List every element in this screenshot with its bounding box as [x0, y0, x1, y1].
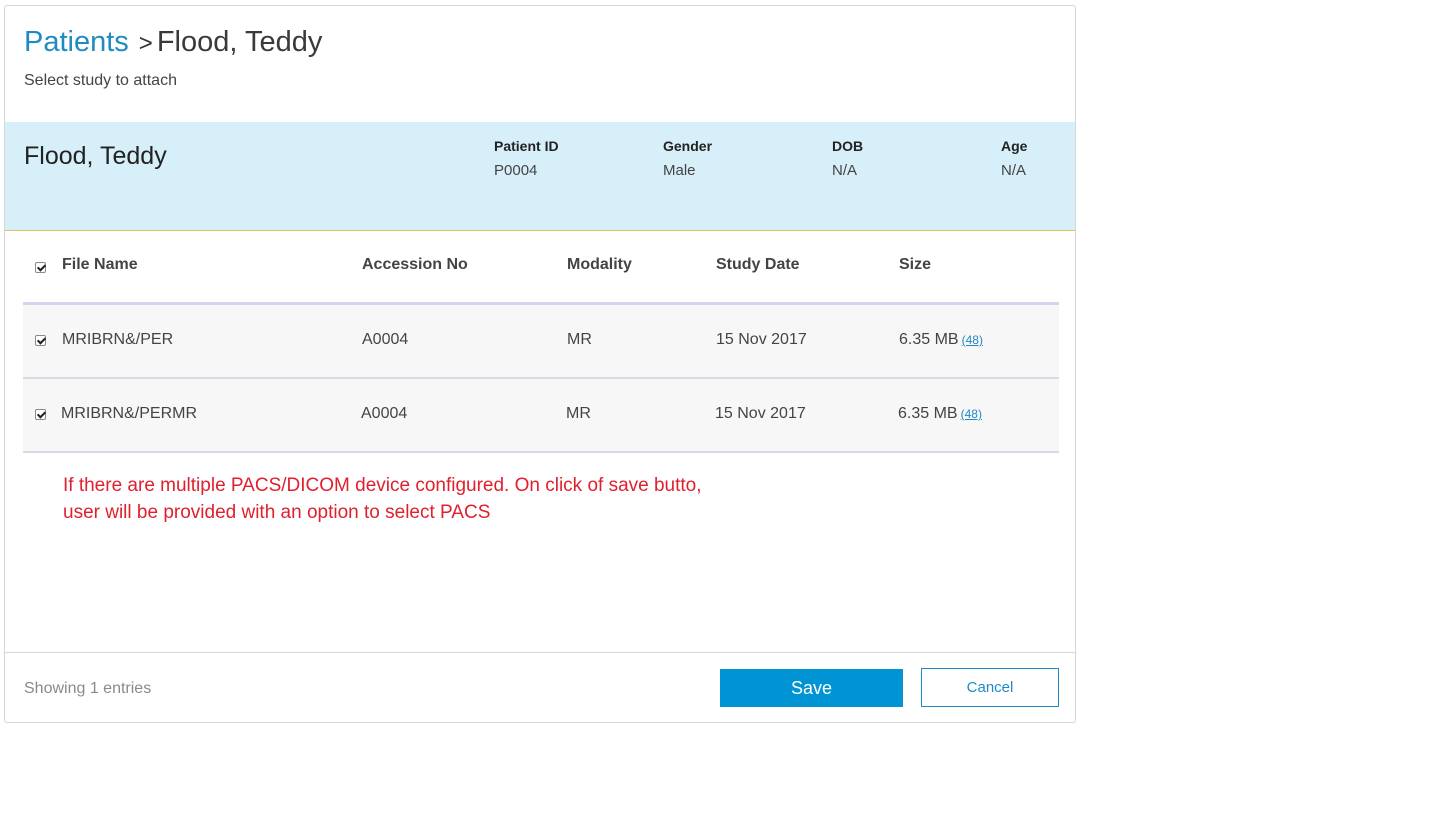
cancel-button[interactable]: Cancel [921, 668, 1059, 707]
table-row[interactable]: MRIBRN&/PERMR A0004 MR 15 Nov 2017 6.35 … [23, 379, 1059, 453]
dob-field: DOB N/A [832, 138, 863, 179]
accession-cell: A0004 [362, 331, 409, 348]
age-field: Age N/A [1001, 138, 1027, 179]
dob-value: N/A [832, 162, 858, 179]
modality-cell: MR [567, 331, 592, 348]
page-subtitle: Select study to attach [24, 72, 177, 89]
size-value: 6.35 MB [899, 331, 959, 348]
patient-banner: Flood, Teddy Patient ID P0004 Gender Mal… [5, 122, 1075, 231]
breadcrumb-current: Flood, Teddy [156, 26, 323, 58]
file-name-cell: MRIBRN&/PERMR [61, 405, 198, 422]
image-count-link[interactable]: (48) [961, 407, 982, 421]
attach-study-dialog: Patients > Flood, Teddy Select study to at… [4, 5, 1076, 723]
dialog-footer: Showing 1 entries Save Cancel [5, 652, 1075, 723]
patient-id-label: Patient ID [494, 138, 559, 154]
modality-cell: MR [566, 405, 591, 422]
select-all-checkbox[interactable] [35, 262, 46, 273]
image-count-link[interactable]: (48) [962, 333, 983, 347]
row-checkbox[interactable] [35, 335, 46, 346]
column-header-study-date[interactable]: Study Date [716, 256, 800, 274]
column-header-accession-no[interactable]: Accession No [362, 256, 468, 274]
row-checkbox[interactable] [35, 409, 46, 420]
column-header-modality[interactable]: Modality [567, 256, 632, 274]
gender-field: Gender Male [663, 138, 712, 179]
size-value: 6.35 MB [898, 405, 958, 422]
breadcrumb-patients-link[interactable]: Patients [24, 26, 129, 58]
table-header: File Name Accession No Modality Study Da… [23, 230, 1059, 305]
breadcrumb: Patients > Flood, Teddy [24, 24, 322, 62]
patient-id-field: Patient ID P0004 [494, 138, 559, 179]
table-row[interactable]: MRIBRN&/PER A0004 MR 15 Nov 2017 6.35 MB… [23, 305, 1059, 379]
breadcrumb-separator: > [138, 30, 153, 57]
study-date-cell: 15 Nov 2017 [716, 331, 807, 348]
save-button[interactable]: Save [720, 669, 903, 707]
studies-table: File Name Accession No Modality Study Da… [23, 230, 1059, 453]
accession-cell: A0004 [361, 405, 408, 422]
file-name-cell: MRIBRN&/PER [62, 331, 174, 348]
patient-name: Flood, Teddy [24, 142, 167, 170]
age-value: N/A [1001, 162, 1027, 179]
study-date-cell: 15 Nov 2017 [715, 405, 806, 422]
column-header-size[interactable]: Size [899, 256, 931, 274]
size-cell: 6.35 MB (48) [898, 405, 982, 423]
age-label: Age [1001, 138, 1028, 154]
size-cell: 6.35 MB (48) [899, 331, 983, 349]
dialog-header: Patients > Flood, Teddy Select study to at… [5, 6, 1075, 123]
patient-id-value: P0004 [494, 162, 538, 179]
entries-count: Showing 1 entries [24, 680, 152, 697]
gender-value: Male [663, 162, 696, 179]
column-header-file-name[interactable]: File Name [62, 256, 138, 274]
gender-label: Gender [663, 138, 713, 154]
pacs-note: If there are multiple PACS/DICOM device … [63, 475, 702, 523]
dob-label: DOB [832, 138, 864, 154]
